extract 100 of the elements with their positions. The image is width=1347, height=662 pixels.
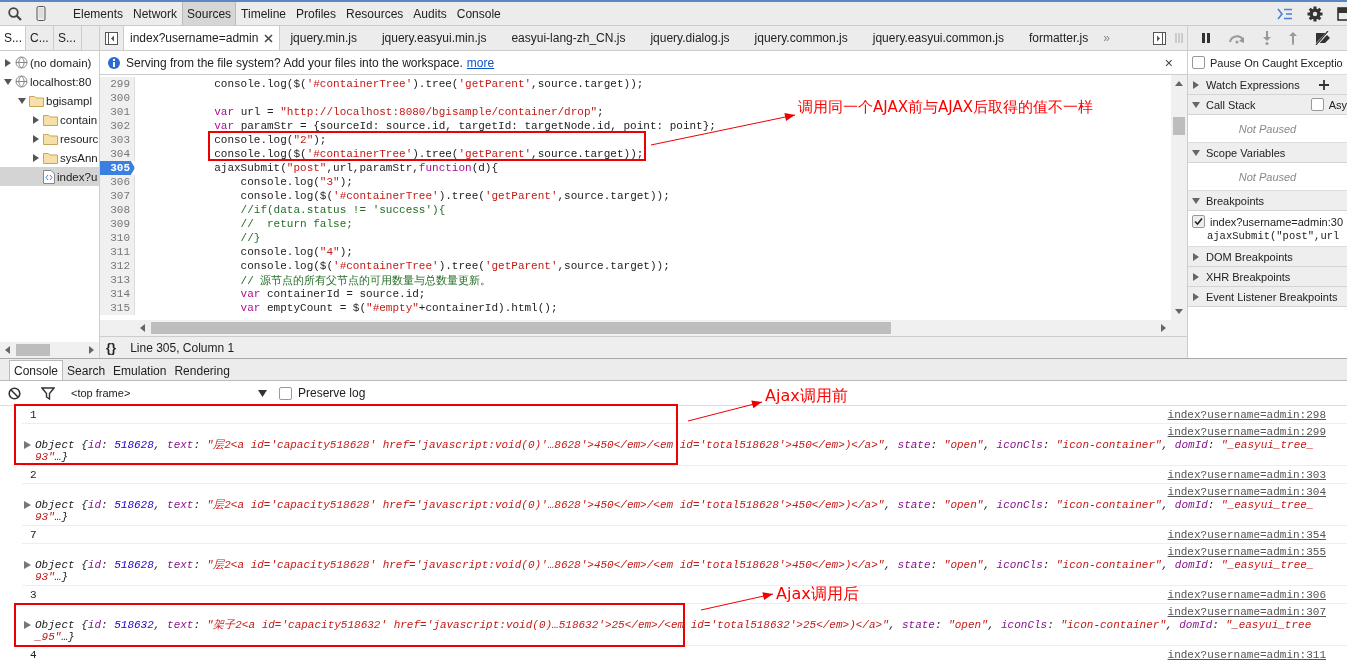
tree-item[interactable]: resourc [0, 129, 99, 148]
breakpoint-location[interactable]: index?username=admin:30 [1210, 215, 1343, 228]
clear-console-icon[interactable] [8, 386, 21, 400]
source-link[interactable]: index?username=admin:307 [1167, 606, 1326, 618]
panel-tab[interactable]: Resources [341, 2, 409, 25]
source-link[interactable]: index?username=admin:354 [1167, 528, 1326, 541]
expand-triangle-icon[interactable] [24, 620, 31, 629]
source-link[interactable]: index?username=admin:311 [1167, 648, 1326, 661]
panel-tab[interactable]: Elements [68, 2, 129, 25]
file-tab[interactable]: easyui-lang-zh_CN.js [501, 26, 641, 50]
tree-item[interactable]: sysAnn [0, 148, 99, 167]
section-header[interactable]: XHR Breakpoints [1188, 267, 1347, 287]
drawer-tab[interactable]: Rendering [170, 361, 234, 380]
section-header[interactable]: Event Listener Breakpoints [1188, 287, 1347, 307]
file-tab[interactable]: jquery.easyui.min.js [371, 26, 502, 50]
drawer-tab[interactable]: Emulation [109, 361, 171, 380]
collapsed-triangle-icon[interactable] [32, 153, 41, 162]
more-link[interactable]: more [466, 55, 495, 70]
line-number[interactable]: 310 [100, 231, 135, 245]
tree-item[interactable]: contain [0, 110, 99, 129]
scrollbar-thumb[interactable] [16, 344, 50, 356]
line-number[interactable]: 315 [100, 301, 135, 315]
file-tab[interactable]: formatter.js [1018, 26, 1104, 50]
panel-tab[interactable]: Audits [408, 2, 452, 25]
filter-icon[interactable] [41, 386, 55, 400]
file-tab[interactable]: jquery.common.js [744, 26, 863, 50]
toggle-debugger-icon[interactable] [1153, 31, 1166, 45]
tree-item[interactable]: localhost:80 [0, 72, 99, 91]
scroll-up-icon[interactable] [1175, 79, 1183, 89]
source-link[interactable]: index?username=admin:303 [1167, 468, 1326, 481]
mobile-device-icon[interactable] [36, 6, 46, 21]
deactivate-breakpoints-icon[interactable] [1314, 31, 1332, 45]
section-header[interactable]: Watch Expressions [1188, 75, 1347, 95]
section-header[interactable]: Call Stack Asy [1188, 95, 1347, 115]
tree-item[interactable]: (no domain) [0, 53, 99, 72]
line-number[interactable]: 299 [100, 77, 135, 91]
search-icon[interactable] [8, 6, 22, 21]
line-number[interactable]: 302 [100, 119, 135, 133]
checkbox[interactable] [1310, 98, 1324, 111]
tree-item[interactable]: bgisampl [0, 91, 99, 110]
checkbox[interactable] [1192, 56, 1205, 69]
source-link[interactable]: index?username=admin:299 [1167, 426, 1326, 438]
expanded-triangle-icon[interactable] [4, 77, 13, 86]
panel-tab[interactable]: Sources [182, 2, 237, 25]
close-icon[interactable] [264, 33, 274, 43]
navigator-tab[interactable]: S... [0, 26, 26, 50]
line-number[interactable]: 312 [100, 259, 135, 273]
section-header[interactable]: Breakpoints [1188, 191, 1347, 211]
checkbox[interactable] [1192, 215, 1205, 228]
file-tab[interactable]: index?username=admin [123, 26, 281, 50]
line-number[interactable]: 311 [100, 245, 135, 259]
breakpoint-marker[interactable]: 305 [100, 161, 135, 175]
panel-tab[interactable]: Profiles [291, 2, 341, 25]
line-number[interactable]: 301 [100, 105, 135, 119]
line-number[interactable]: 303 [100, 133, 135, 147]
section-header[interactable]: DOM Breakpoints [1188, 247, 1347, 267]
navigator-tab[interactable]: S... [54, 26, 82, 50]
line-number[interactable]: 314 [100, 287, 135, 301]
source-link[interactable]: index?username=admin:355 [1167, 546, 1326, 558]
expand-triangle-icon[interactable] [24, 500, 31, 509]
panel-tab[interactable]: Timeline [236, 2, 291, 25]
source-link[interactable]: index?username=admin:306 [1167, 588, 1326, 601]
panel-tab[interactable]: Console [451, 2, 506, 25]
collapsed-triangle-icon[interactable] [32, 115, 41, 124]
scrollbar-thumb[interactable] [151, 322, 891, 334]
line-number[interactable]: 309 [100, 217, 135, 231]
pause-icon[interactable] [1200, 32, 1212, 44]
line-number[interactable]: 307 [100, 189, 135, 203]
console-drawer-icon[interactable] [1277, 7, 1293, 20]
resize-grip-icon[interactable] [1175, 32, 1183, 44]
section-header[interactable]: Scope Variables [1188, 143, 1347, 163]
vertical-scrollbar[interactable] [1171, 75, 1187, 336]
line-number[interactable]: 306 [100, 175, 135, 189]
drawer-tab[interactable]: Console [9, 360, 64, 380]
panel-tab[interactable]: Network [128, 2, 183, 25]
close-button[interactable]: × [1164, 54, 1173, 71]
expanded-triangle-icon[interactable] [18, 96, 27, 105]
line-number[interactable]: 313 [100, 273, 135, 287]
drawer-tab[interactable]: Search [63, 361, 110, 380]
tree-item[interactable]: index?u [0, 167, 99, 186]
pretty-print-button[interactable]: {} [106, 340, 117, 355]
toggle-navigator-icon[interactable] [105, 31, 118, 45]
horizontal-scrollbar[interactable] [100, 320, 1171, 336]
navigator-tab[interactable]: C... [26, 26, 54, 50]
collapsed-triangle-icon[interactable] [32, 134, 41, 143]
source-link[interactable]: index?username=admin:298 [1167, 408, 1326, 421]
expand-triangle-icon[interactable] [24, 440, 31, 449]
add-icon[interactable] [1318, 79, 1329, 90]
frame-dropdown[interactable]: <top frame> [71, 387, 267, 399]
line-number[interactable]: 304 [100, 147, 135, 161]
source-link[interactable]: index?username=admin:304 [1167, 486, 1326, 498]
expand-triangle-icon[interactable] [24, 560, 31, 569]
file-tab[interactable]: jquery.easyui.common.js [862, 26, 1019, 50]
settings-icon[interactable] [1307, 5, 1323, 22]
file-tab[interactable]: jquery.dialog.js [640, 26, 745, 50]
line-number[interactable]: 300 [100, 91, 135, 105]
dock-icon[interactable] [1337, 6, 1347, 21]
file-tab[interactable]: jquery.min.js [280, 26, 372, 50]
line-number[interactable]: 308 [100, 203, 135, 217]
horizontal-scrollbar[interactable] [0, 342, 99, 358]
